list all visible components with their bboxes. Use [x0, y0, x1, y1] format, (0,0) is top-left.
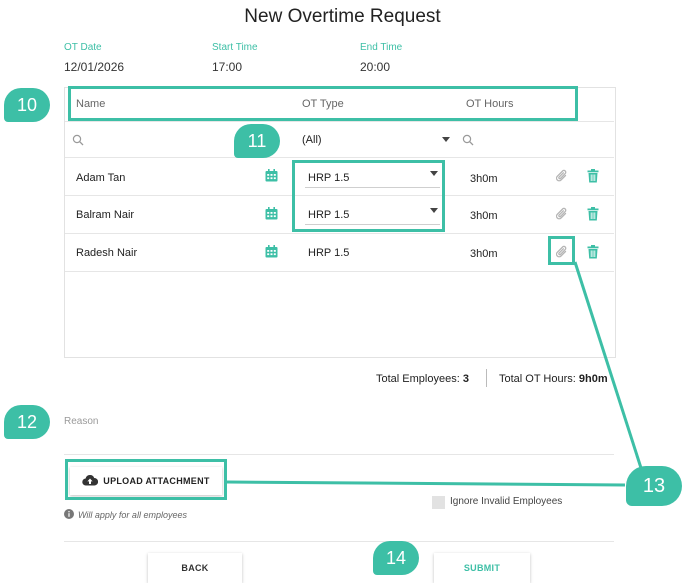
callout-badge-10: 10 — [4, 88, 50, 122]
callout-connectors — [226, 261, 643, 487]
connector-attachment — [573, 261, 643, 469]
callout-badge-13: 13 — [626, 466, 682, 506]
callout-badge-11: 11 — [234, 124, 280, 158]
callout-badge-12: 12 — [4, 405, 50, 439]
connector-upload — [226, 480, 626, 487]
callout-badge-14: 14 — [373, 541, 419, 575]
